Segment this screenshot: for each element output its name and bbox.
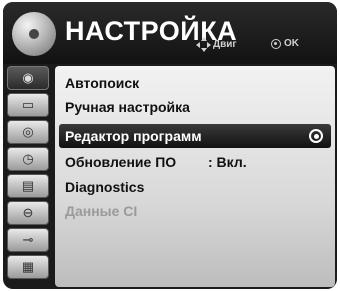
- move-hint-label: Двиг: [213, 39, 237, 50]
- sidebar-item-audio[interactable]: ◎: [7, 120, 49, 144]
- menu-item-program-edit[interactable]: Редактор программ: [59, 124, 331, 148]
- option-icon: ▤: [21, 178, 35, 193]
- settings-disc-icon: ◉: [22, 70, 34, 85]
- audio-icon: ◎: [22, 124, 34, 139]
- ok-hint: OK: [271, 38, 299, 49]
- sidebar-item-option[interactable]: ▤: [7, 174, 49, 198]
- setup-menu-window: НАСТРОЙКА Двиг OK ◉ ▭ ◎ ◷ ▤ ⊖ ⊸ ▦ Автопо…: [3, 2, 337, 289]
- menu-item-label: Редактор программ: [65, 128, 202, 144]
- software-update-value: : Вкл.: [208, 154, 247, 170]
- selected-radio-icon: [309, 129, 323, 143]
- menu-header: НАСТРОЙКА Двиг OK: [3, 2, 337, 64]
- sidebar-item-setup[interactable]: ◉: [7, 66, 49, 90]
- picture-icon: ▭: [21, 97, 35, 112]
- menu-item-manual-tuning[interactable]: Ручная настройка: [65, 96, 190, 118]
- time-icon: ◷: [22, 151, 34, 166]
- lock-icon: ⊖: [22, 205, 34, 220]
- menu-item-diagnostics[interactable]: Diagnostics: [65, 176, 144, 198]
- movie-icon: ▦: [21, 259, 35, 274]
- menu-item-label: Diagnostics: [65, 179, 145, 195]
- sidebar-item-input[interactable]: ⊸: [7, 228, 49, 252]
- direction-pad-icon: [196, 37, 211, 52]
- menu-item-auto-tuning[interactable]: Автопоиск: [65, 72, 139, 94]
- ok-hint-label: OK: [284, 38, 299, 49]
- setup-disc-icon: [12, 12, 56, 56]
- move-hint: Двиг: [196, 37, 237, 52]
- input-icon: ⊸: [22, 232, 34, 247]
- menu-item-label: Данные CI: [65, 203, 138, 219]
- menu-panel: Автопоиск Ручная настройка Редактор прог…: [55, 66, 335, 287]
- ok-button-icon: [271, 38, 281, 49]
- menu-item-label: Ручная настройка: [65, 99, 190, 115]
- menu-item-software-update[interactable]: Обновление ПО : Вкл.: [65, 151, 247, 173]
- sidebar-item-time[interactable]: ◷: [7, 147, 49, 171]
- menu-item-label: Обновление ПО: [65, 154, 177, 170]
- menu-item-ci-info: Данные CI: [65, 200, 137, 222]
- sidebar-item-picture[interactable]: ▭: [7, 93, 49, 117]
- sidebar-item-lock[interactable]: ⊖: [7, 201, 49, 225]
- sidebar-item-movie[interactable]: ▦: [7, 255, 49, 279]
- menu-item-label: Автопоиск: [65, 75, 140, 91]
- category-sidebar: ◉ ▭ ◎ ◷ ▤ ⊖ ⊸ ▦: [7, 64, 51, 289]
